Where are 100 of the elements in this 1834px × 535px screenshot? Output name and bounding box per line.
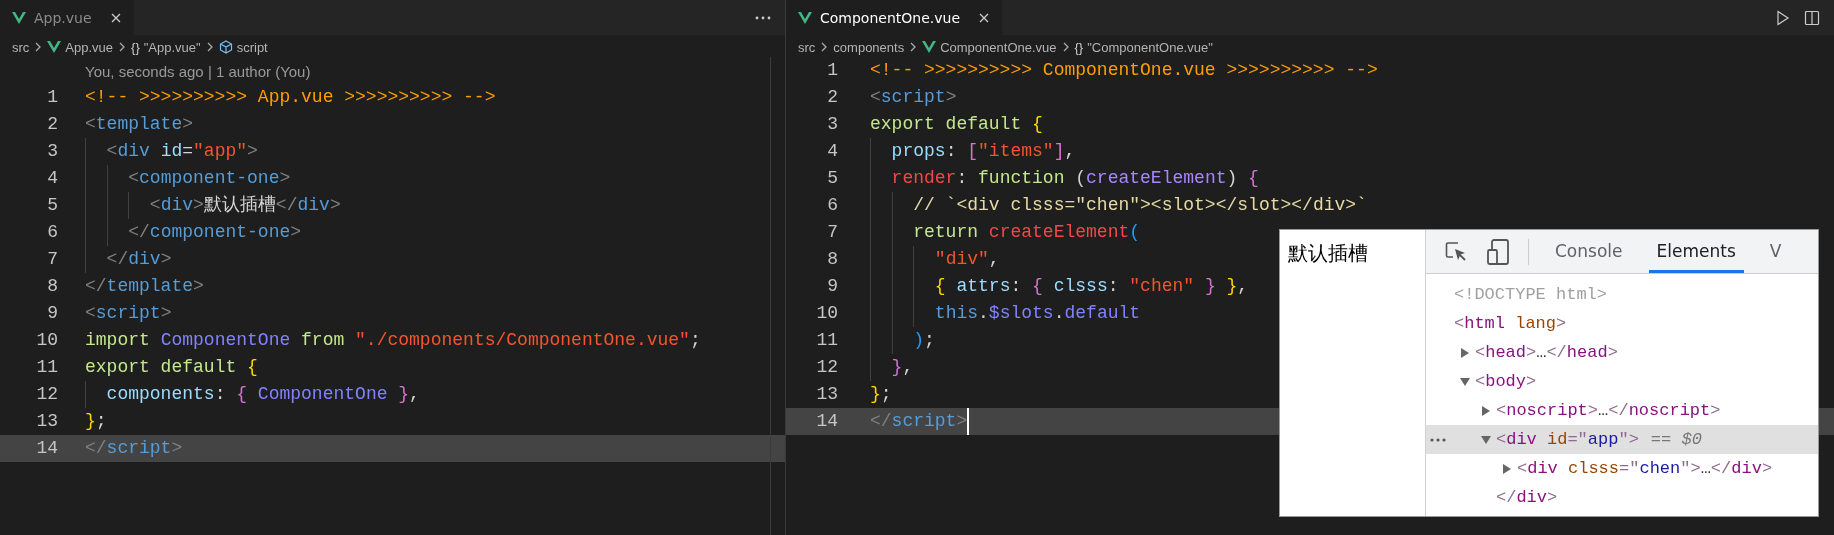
dom-node-text: <div id="app"> xyxy=(1496,430,1639,449)
code-line: ); xyxy=(870,327,935,354)
line-number: 11 xyxy=(815,329,839,352)
code-line: <component-one> xyxy=(85,165,291,192)
chevron-icon xyxy=(205,41,214,53)
code-line: }; xyxy=(870,383,892,406)
code-line: <script> xyxy=(870,86,957,109)
close-icon[interactable] xyxy=(978,11,990,24)
code-line: </div> xyxy=(85,246,172,273)
code-line: // `<div clsss="chen"><slot></slot></div>` xyxy=(870,192,1367,219)
expand-arrow-icon[interactable] xyxy=(1459,346,1471,359)
console-reference: == $0 xyxy=(1650,430,1702,449)
breadcrumb-item[interactable]: src xyxy=(12,39,30,55)
breadcrumb-item[interactable]: "ComponentOne.vue" xyxy=(1087,39,1213,55)
dom-node-text: <html lang> xyxy=(1454,314,1567,333)
code-line: render: function (createElement) { xyxy=(870,165,1259,192)
line-number: 7 xyxy=(46,248,59,271)
tree-row[interactable]: <body> xyxy=(1426,367,1818,396)
tree-row[interactable]: <html lang> xyxy=(1426,309,1818,338)
code-line: "div", xyxy=(870,246,1000,273)
line-number: 2 xyxy=(826,86,839,109)
code-line: }, xyxy=(870,354,914,381)
vue-logo-icon xyxy=(12,11,26,24)
braces-icon: {} xyxy=(1074,39,1084,55)
text-cursor xyxy=(967,408,970,435)
vue-logo-icon xyxy=(47,41,62,53)
close-icon[interactable] xyxy=(109,11,122,24)
breadcrumb-item[interactable]: script xyxy=(236,39,268,55)
line-number: 3 xyxy=(826,113,839,136)
code-line: </script> xyxy=(85,437,183,460)
breadcrumb-item[interactable]: src xyxy=(798,39,816,55)
expand-arrow-icon[interactable] xyxy=(1501,462,1513,475)
breadcrumb-item[interactable]: ComponentOne.vue xyxy=(940,39,1057,55)
line-number: 7 xyxy=(826,221,839,244)
line-number: 1 xyxy=(46,86,59,109)
code-line: props: ["items"], xyxy=(870,138,1076,165)
chevron-icon xyxy=(909,41,918,53)
collapse-arrow-icon[interactable] xyxy=(1459,375,1471,388)
code-line: <div>默认插槽</div> xyxy=(85,192,341,219)
code-line: }; xyxy=(85,410,107,433)
line-number: 11 xyxy=(35,356,59,379)
line-number: 6 xyxy=(826,194,839,217)
line-number: 12 xyxy=(815,356,839,379)
chevron-icon xyxy=(820,41,829,53)
breadcrumb-item[interactable]: "App.vue" xyxy=(143,39,201,55)
chevron-icon xyxy=(1061,41,1070,53)
devtools-tab[interactable]: Console xyxy=(1547,230,1631,273)
code-line: components: { ComponentOne }, xyxy=(85,381,420,408)
code-line: return createElement( xyxy=(870,219,1141,246)
device-toolbar-icon[interactable] xyxy=(1486,237,1510,266)
line-number: 3 xyxy=(46,140,59,163)
line-number: 12 xyxy=(35,383,59,406)
dom-node-text: <!DOCTYPE html> xyxy=(1454,285,1608,304)
line-number: 13 xyxy=(35,410,59,433)
editor-tab[interactable]: App.vue xyxy=(0,0,134,35)
collapse-arrow-icon[interactable] xyxy=(1480,433,1492,446)
code-line: <!-- >>>>>>>>>> App.vue >>>>>>>>>> --> xyxy=(85,86,496,109)
code-line: </component-one> xyxy=(85,219,302,246)
split-editor-icon[interactable] xyxy=(1804,9,1820,26)
expand-arrow-icon[interactable] xyxy=(1480,404,1492,417)
breadcrumb-item[interactable]: App.vue xyxy=(65,39,114,55)
code-line: <template> xyxy=(85,113,194,136)
dom-node-text: <noscript>…</noscript> xyxy=(1496,401,1721,420)
code-line: </template> xyxy=(85,275,204,298)
codelens-text[interactable]: You, seconds ago | 1 author (You) xyxy=(0,59,785,84)
chevron-icon xyxy=(34,41,43,53)
code-line: export default { xyxy=(870,113,1043,136)
breadcrumb-item[interactable]: components xyxy=(833,39,905,55)
line-number: 2 xyxy=(46,113,59,136)
code-line: { attrs: { clsss: "chen" } }, xyxy=(870,273,1249,300)
line-number: 1 xyxy=(826,59,839,82)
more-actions-icon[interactable] xyxy=(755,15,771,20)
code-line: <script> xyxy=(85,302,172,325)
code-line: import ComponentOne from "./components/ComponentOne.vue"; xyxy=(85,329,701,352)
play-icon[interactable] xyxy=(1776,9,1790,26)
tree-row[interactable]: <div clsss="chen">…</div> xyxy=(1426,454,1818,483)
tree-row[interactable]: <head>…</head> xyxy=(1426,338,1818,367)
line-number: 10 xyxy=(35,329,59,352)
editor-tab[interactable]: ComponentOne.vue xyxy=(786,0,1002,35)
closing-tag-text: </div> xyxy=(1496,488,1558,507)
code-line: this.$slots.default xyxy=(870,300,1141,327)
devtools-tab[interactable]: Elements xyxy=(1648,230,1744,273)
braces-icon: {} xyxy=(131,39,140,55)
vue-logo-icon xyxy=(798,11,812,24)
line-number: 4 xyxy=(826,140,839,163)
line-number: 6 xyxy=(46,221,59,244)
line-number: 9 xyxy=(826,275,839,298)
line-number: 8 xyxy=(46,275,59,298)
line-number: 5 xyxy=(46,194,59,217)
chevron-icon xyxy=(118,41,127,53)
tree-row[interactable]: <noscript>…</noscript> xyxy=(1426,396,1818,425)
code-line: <div id="app"> xyxy=(85,138,258,165)
dom-node-text: <head>…</head> xyxy=(1475,343,1618,362)
devtools-tab[interactable]: V xyxy=(1761,230,1790,273)
line-number: 8 xyxy=(826,248,839,271)
cube-icon xyxy=(218,40,233,54)
vue-logo-icon xyxy=(922,41,937,53)
tree-row[interactable]: <div id="app"> == $0 xyxy=(1426,425,1818,454)
page-text: 默认插槽 xyxy=(1288,241,1368,265)
more-icon[interactable] xyxy=(1430,438,1446,442)
